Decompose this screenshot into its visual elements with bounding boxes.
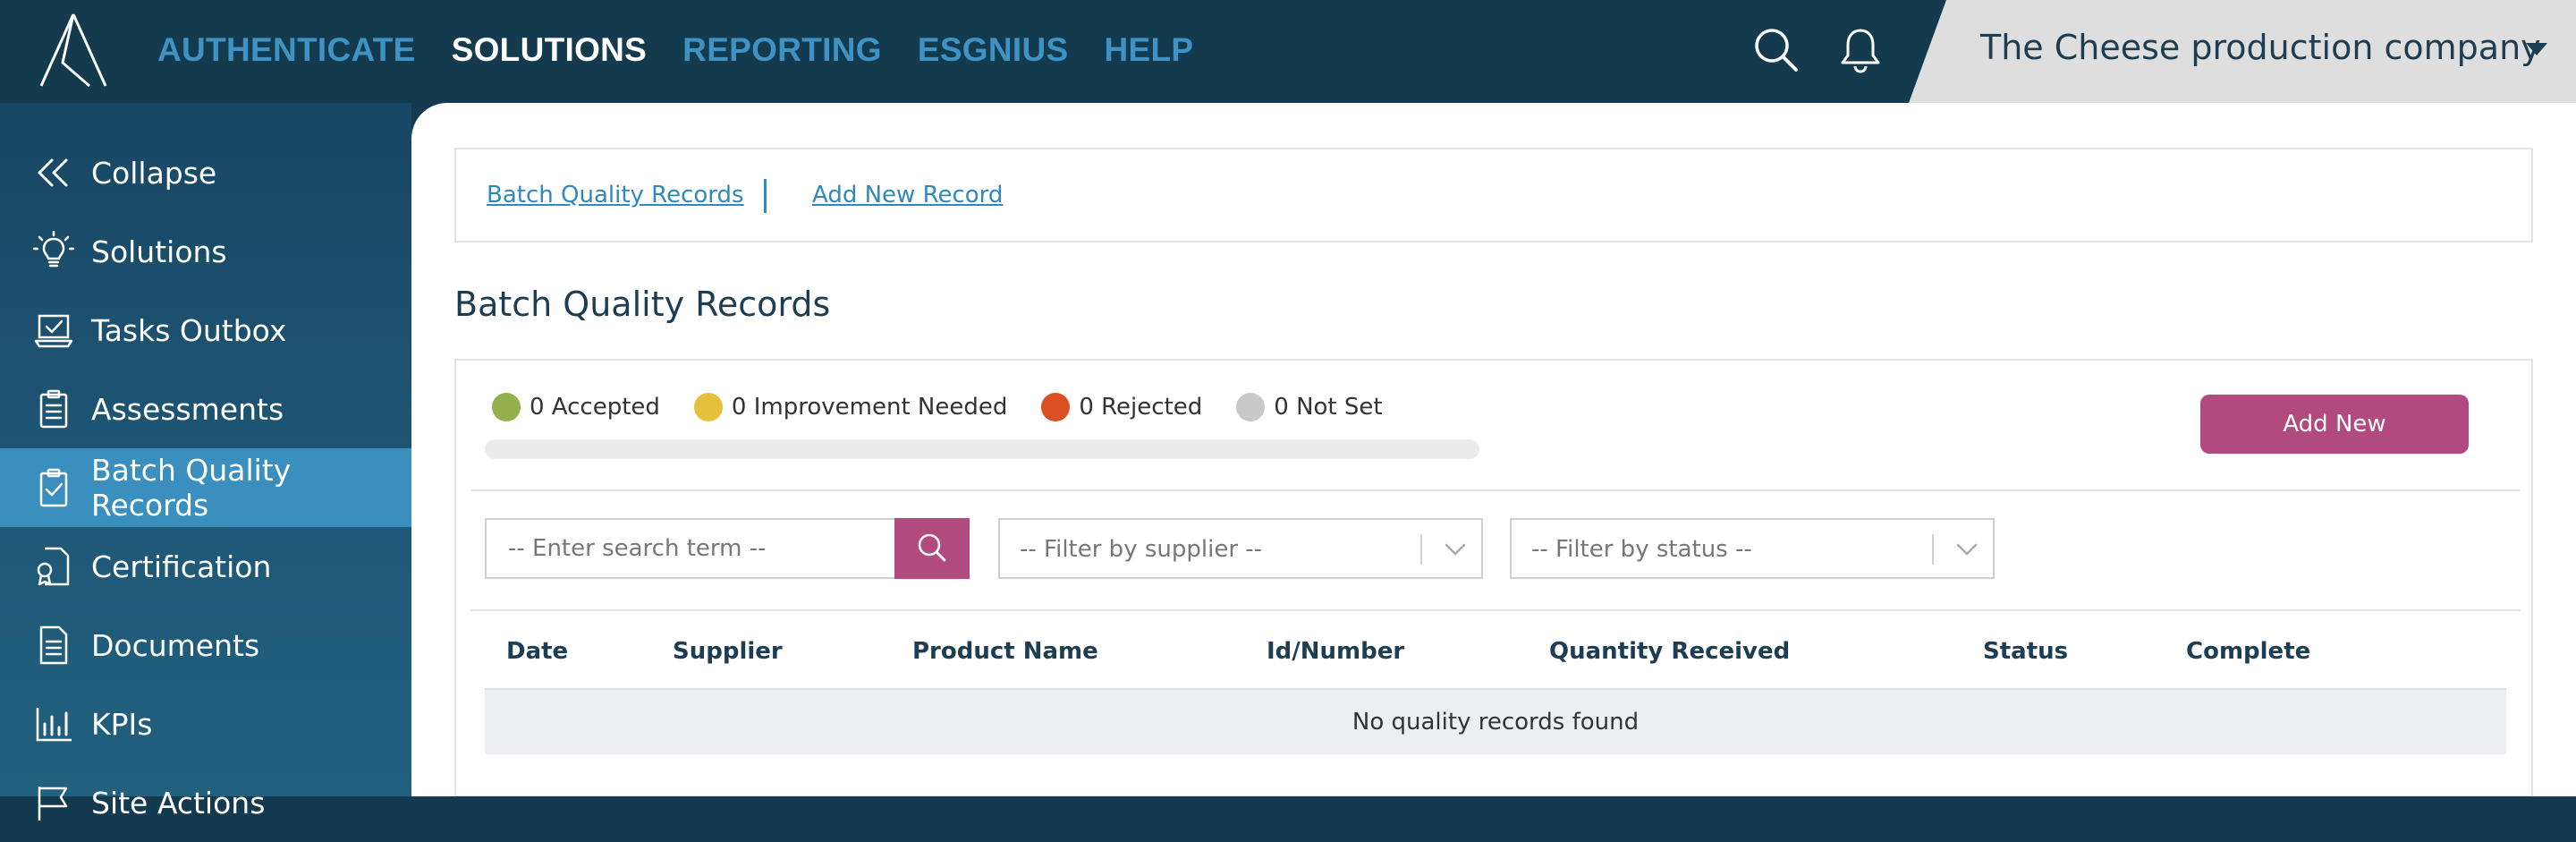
status-legend: 0 Accepted 0 Improvement Needed 0 Reject…: [492, 393, 1417, 421]
column-header-status[interactable]: Status: [1983, 638, 2068, 665]
supplier-filter-select[interactable]: -- Filter by supplier --: [998, 518, 1483, 579]
column-header-quantity-received[interactable]: Quantity Received: [1549, 638, 1790, 665]
link-add-new-record[interactable]: Add New Record: [812, 182, 1003, 208]
sidebar: Collapse Solutions Tasks Outbox Assessme…: [0, 103, 411, 821]
page-title: Batch Quality Records: [454, 285, 831, 324]
sidebar-item-label: Solutions: [91, 234, 227, 269]
sidebar-item-label: Tasks Outbox: [91, 312, 287, 348]
bell-icon[interactable]: [1835, 25, 1885, 75]
company-name: The Cheese production company: [1980, 28, 2541, 67]
company-selector[interactable]: The Cheese production company: [1909, 0, 2576, 103]
sidebar-item-certification[interactable]: Certification: [0, 527, 411, 606]
main-nav: AUTHENTICATE SOLUTIONS REPORTING ESGNIUS…: [157, 0, 1229, 100]
clipboard-check-icon: [39, 468, 68, 507]
legend-improvement-needed: 0 Improvement Needed: [693, 393, 1008, 421]
column-header-id-number[interactable]: Id/Number: [1267, 638, 1404, 665]
sidebar-item-solutions[interactable]: Solutions: [0, 212, 411, 291]
status-filter-value: -- Filter by status --: [1531, 536, 1752, 563]
sidebar-item-batch-quality-records[interactable]: Batch Quality Records: [0, 448, 411, 527]
status-progress-bar: [485, 439, 1479, 459]
link-batch-quality-records[interactable]: Batch Quality Records: [487, 182, 744, 208]
sidebar-item-label: Documents: [91, 627, 260, 663]
sidebar-item-documents[interactable]: Documents: [0, 606, 411, 685]
supplier-filter-value: -- Filter by supplier --: [1020, 536, 1263, 563]
select-separator: [1420, 534, 1422, 565]
legend-rejected: 0 Rejected: [1041, 393, 1202, 421]
table-empty-row: No quality records found: [485, 690, 2506, 754]
sidebar-item-tasks-outbox[interactable]: Tasks Outbox: [0, 291, 411, 370]
main-content: Batch Quality Records Add New Record Bat…: [411, 103, 2576, 796]
records-card: 0 Accepted 0 Improvement Needed 0 Reject…: [454, 359, 2533, 796]
status-dot: [1236, 393, 1266, 421]
column-header-supplier[interactable]: Supplier: [673, 638, 783, 665]
sidebar-item-label: KPIs: [91, 706, 153, 742]
sidebar-item-label: Collapse: [91, 155, 217, 191]
chevron-down-icon: [1956, 543, 1978, 556]
bar-chart-icon: [36, 708, 72, 742]
document-icon: [39, 625, 68, 665]
status-dot: [693, 393, 723, 421]
top-bar: AUTHENTICATE SOLUTIONS REPORTING ESGNIUS…: [0, 0, 2576, 103]
search-icon[interactable]: [1751, 25, 1801, 75]
sidebar-item-collapse[interactable]: Collapse: [0, 133, 411, 212]
chevron-down-icon: [1445, 543, 1466, 556]
search-button[interactable]: [894, 518, 970, 579]
legend-label: 0 Improvement Needed: [731, 394, 1008, 421]
select-separator: [1932, 534, 1934, 565]
divider: [470, 489, 2521, 491]
status-filter-select[interactable]: -- Filter by status --: [1510, 518, 1995, 579]
column-header-complete[interactable]: Complete: [2186, 638, 2310, 665]
legend-not-set: 0 Not Set: [1236, 393, 1383, 421]
caret-down-icon: [2526, 43, 2547, 55]
clipboard-list-icon: [39, 389, 68, 429]
double-chevron-left-icon: [38, 158, 68, 187]
flag-icon: [38, 787, 68, 821]
nav-solutions[interactable]: SOLUTIONS: [452, 31, 648, 69]
lightbulb-icon: [32, 230, 75, 268]
legend-accepted: 0 Accepted: [492, 393, 660, 421]
sidebar-item-kpis[interactable]: KPIs: [0, 685, 411, 763]
nav-reporting[interactable]: REPORTING: [682, 31, 882, 69]
status-dot: [492, 393, 521, 421]
sidebar-item-assessments[interactable]: Assessments: [0, 370, 411, 448]
sub-navigation: Batch Quality Records Add New Record: [454, 148, 2533, 242]
legend-label: 0 Not Set: [1274, 394, 1383, 421]
divider: [470, 609, 2521, 611]
nav-help[interactable]: HELP: [1104, 31, 1193, 69]
search-icon: [918, 533, 946, 561]
legend-label: 0 Accepted: [530, 394, 660, 421]
column-header-date[interactable]: Date: [506, 638, 568, 665]
empty-message: No quality records found: [1352, 709, 1640, 736]
logo-icon[interactable]: [36, 11, 111, 89]
laptop-check-icon: [34, 314, 73, 348]
certificate-icon: [37, 547, 70, 586]
column-header-product-name[interactable]: Product Name: [912, 638, 1098, 665]
sidebar-item-label: Site Actions: [91, 785, 266, 821]
sidebar-item-label: Assessments: [91, 391, 284, 427]
status-dot: [1041, 393, 1071, 421]
add-new-button[interactable]: Add New: [2200, 395, 2469, 454]
subnav-divider: [764, 179, 767, 213]
sidebar-item-label: Batch Quality Records: [91, 453, 292, 523]
sidebar-item-site-actions[interactable]: Site Actions: [0, 763, 411, 842]
sidebar-item-label: Certification: [91, 549, 272, 584]
legend-label: 0 Rejected: [1079, 394, 1203, 421]
nav-esgnius[interactable]: ESGNIUS: [918, 31, 1069, 69]
search-input[interactable]: [485, 518, 894, 579]
nav-authenticate[interactable]: AUTHENTICATE: [157, 31, 416, 69]
